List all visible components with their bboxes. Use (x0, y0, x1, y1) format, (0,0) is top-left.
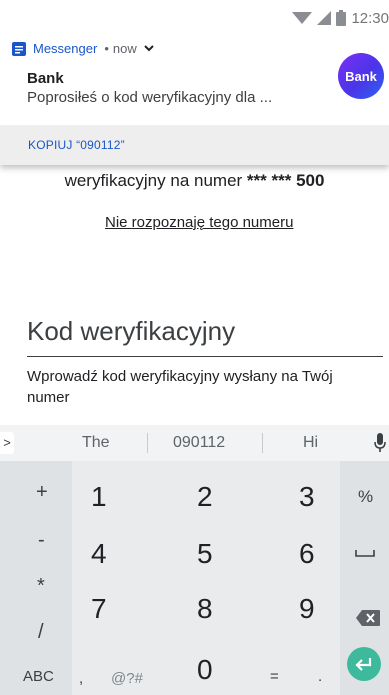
slash-key[interactable]: / (38, 621, 44, 644)
verification-message: weryfikacyjny na numer *** *** 500 (0, 171, 389, 191)
unknown-number-link[interactable]: Nie rozpoznaję tego numeru (105, 214, 293, 231)
masked-phone-number: *** *** 500 (246, 171, 325, 190)
notification-card[interactable]: Messenger • now Bank Poprosiłeś o kod we… (0, 30, 389, 165)
notification-header: Messenger • now (12, 41, 154, 56)
period-key[interactable]: . (318, 668, 322, 685)
enter-icon (355, 658, 372, 671)
code-input-hint: Wprowadź kod weryfikacyjny wysłany na Tw… (27, 368, 333, 406)
enter-button[interactable] (347, 647, 381, 681)
minus-key[interactable]: - (38, 529, 45, 552)
suggestion-1[interactable]: The (82, 434, 110, 452)
key-area: + - * / ABC , @?# 1 2 3 4 5 6 7 8 9 0 = … (0, 461, 389, 695)
wifi-icon (292, 12, 313, 24)
numeric-keyboard: > The 090112 Hi + - * / ABC , @?# 1 2 3 … (0, 425, 389, 695)
comma-key[interactable]: , (79, 670, 83, 687)
notification-app-name: Messenger (33, 41, 98, 56)
abc-key[interactable]: ABC (23, 668, 54, 685)
suggestion-divider (262, 433, 263, 453)
suggestion-3[interactable]: Hi (303, 434, 318, 452)
status-icons: 12:30 (292, 9, 389, 27)
microphone-icon[interactable] (374, 433, 386, 453)
key-9[interactable]: 9 (299, 593, 315, 625)
key-2[interactable]: 2 (197, 481, 213, 513)
key-0[interactable]: 0 (197, 654, 213, 686)
equals-key[interactable]: = (270, 668, 279, 685)
notification-text: Poprosiłeś o kod weryfikacyjny dla ... (27, 89, 273, 106)
key-5[interactable]: 5 (197, 538, 213, 570)
verification-message-text: weryfikacyjny na numer (64, 171, 243, 190)
code-input-label[interactable]: Kod weryfikacyjny (27, 316, 235, 347)
notification-time: now (112, 41, 137, 56)
expand-toolbar-button[interactable]: > (0, 432, 14, 454)
asterisk-key[interactable]: * (37, 575, 45, 598)
key-7[interactable]: 7 (91, 593, 107, 625)
space-key-icon[interactable] (355, 549, 375, 557)
key-4[interactable]: 4 (91, 538, 107, 570)
signal-icon (317, 11, 332, 25)
key-3[interactable]: 3 (299, 481, 315, 513)
notification-title: Bank (27, 70, 64, 87)
plus-key[interactable]: + (36, 481, 48, 504)
chevron-down-icon[interactable] (144, 45, 154, 52)
suggestion-divider (147, 433, 148, 453)
suggestion-bar: > The 090112 Hi (0, 425, 389, 461)
status-bar: 12:30 (0, 0, 389, 34)
messenger-app-icon (12, 41, 26, 56)
code-input-underline[interactable] (27, 356, 383, 357)
notification-actions: KOPIUJ “090112” (0, 125, 389, 165)
percent-key[interactable]: % (358, 487, 373, 507)
backspace-icon[interactable] (355, 609, 381, 627)
avatar: Bank (338, 53, 384, 99)
status-time: 12:30 (351, 9, 389, 27)
suggestion-2[interactable]: 090112 (173, 434, 225, 452)
notification-separator: • (104, 41, 109, 56)
key-6[interactable]: 6 (299, 538, 315, 570)
key-1[interactable]: 1 (91, 481, 107, 513)
battery-icon (336, 10, 347, 26)
copy-code-button[interactable]: KOPIUJ “090112” (28, 138, 125, 152)
symbols-key[interactable]: @?# (111, 670, 143, 687)
key-8[interactable]: 8 (197, 593, 213, 625)
